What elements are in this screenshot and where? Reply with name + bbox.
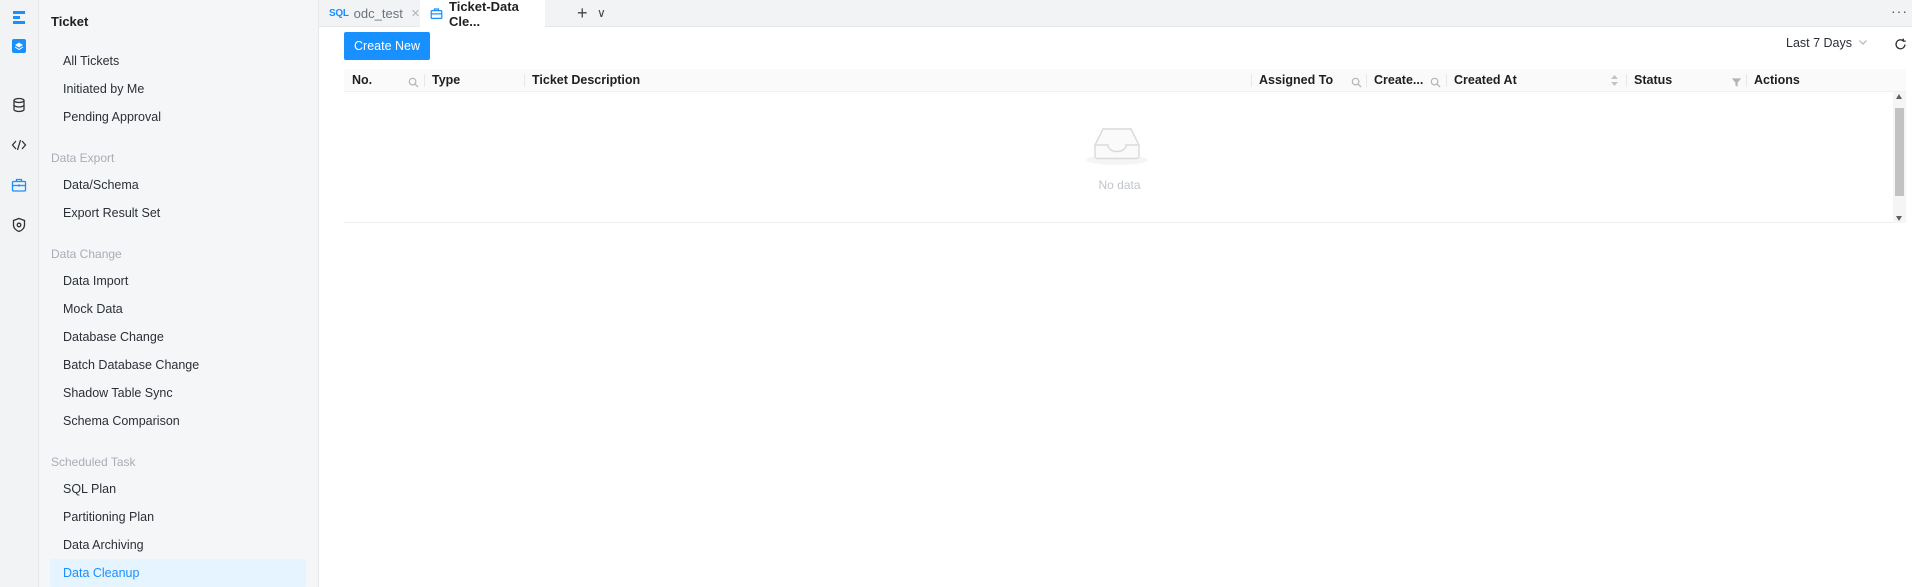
section-data-export: Data Export [51,151,115,165]
close-icon[interactable]: ✕ [411,7,420,20]
app-root: Ticket All Tickets Initiated by Me Pendi… [0,0,1912,587]
ticket-nav-icon[interactable] [9,36,29,56]
column-header-no: No. [352,73,373,87]
create-new-button[interactable]: Create New [344,32,430,60]
column-header-actions: Actions [1754,73,1800,87]
section-data-change: Data Change [51,247,122,261]
menu-item-data-import[interactable]: Data Import [50,267,306,295]
table-body: No data [344,92,1906,223]
menu-item-initiated-by-me[interactable]: Initiated by Me [50,75,306,103]
date-range-value: Last 7 Days [1786,36,1853,50]
column-header-status: Status [1634,73,1673,87]
menu-item-data-schema[interactable]: Data/Schema [50,171,306,199]
menu-item-sql-plan[interactable]: SQL Plan [50,475,306,503]
menu-item-data-cleanup[interactable]: Data Cleanup [50,559,306,587]
menu-item-shadow-table-sync[interactable]: Shadow Table Sync [50,379,306,407]
search-icon[interactable] [1430,75,1441,93]
menu-item-export-result-set[interactable]: Export Result Set [50,199,306,227]
logo-icon[interactable] [9,7,29,27]
menu-item-all-tickets[interactable]: All Tickets [50,47,306,75]
sql-badge: SQL [329,8,349,19]
tab-ticket-data-cleanup[interactable]: Ticket-Data Cle... [420,0,545,29]
date-range-select[interactable]: Last 7 Days [1786,36,1868,50]
column-header-created-at: Created At [1454,73,1517,87]
column-header-ticket-description: Ticket Description [532,73,641,87]
add-tab-icon[interactable]: + [577,3,588,23]
scrollbar-thumb[interactable] [1895,108,1904,196]
tab-bar: SQL odc_test ✕ Ticket-Data Cle... + ∨ ··… [319,0,1912,29]
column-header-type: Type [432,73,461,87]
more-icon[interactable]: ··· [1891,4,1908,24]
menu-item-pending-approval[interactable]: Pending Approval [50,103,306,131]
empty-inbox-icon [1085,123,1149,172]
side-menu: Ticket All Tickets Initiated by Me Pendi… [39,0,319,587]
column-header-assigned-to: Assigned To [1259,73,1334,87]
search-icon[interactable] [1351,75,1362,93]
column-header-created-by: Create... [1374,73,1424,87]
sort-icon[interactable] [1610,74,1619,92]
icon-rail [0,0,39,587]
briefcase-icon[interactable] [9,175,29,195]
menu-item-partitioning-plan[interactable]: Partitioning Plan [50,503,306,531]
section-scheduled-task: Scheduled Task [51,455,136,469]
table-scrollbar[interactable] [1893,92,1906,223]
tab-odc-test[interactable]: SQL odc_test ✕ [329,0,420,27]
refresh-icon[interactable] [1894,38,1907,56]
tab-label: Ticket-Data Cle... [449,0,519,29]
search-icon[interactable] [408,75,419,93]
menu-item-database-change[interactable]: Database Change [50,323,306,351]
scroll-down-icon[interactable] [1896,216,1902,221]
security-icon[interactable] [9,215,29,235]
menu-item-data-archiving[interactable]: Data Archiving [50,531,306,559]
filter-icon[interactable] [1731,75,1742,93]
database-icon[interactable] [9,95,29,115]
code-icon[interactable] [9,135,29,155]
tab-label: odc_test [353,6,403,21]
chevron-down-icon[interactable]: ∨ [597,3,606,23]
scroll-up-icon[interactable] [1896,94,1902,99]
menu-title: Ticket [51,14,89,29]
empty-state-text: No data [1098,178,1141,192]
ticket-table: No. Type Ticket Description Assigned To … [344,69,1906,223]
chevron-down-icon [1858,37,1868,50]
menu-item-mock-data[interactable]: Mock Data [50,295,306,323]
table-header: No. Type Ticket Description Assigned To … [344,69,1906,92]
menu-item-batch-database-change[interactable]: Batch Database Change [50,351,306,379]
menu-item-schema-comparison[interactable]: Schema Comparison [50,407,306,435]
briefcase-icon [430,7,443,20]
